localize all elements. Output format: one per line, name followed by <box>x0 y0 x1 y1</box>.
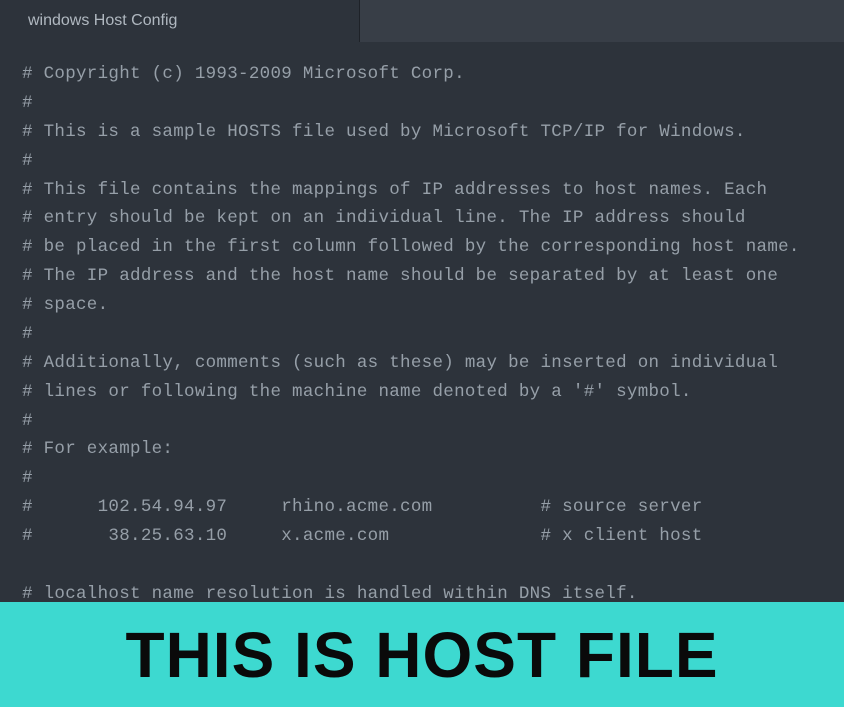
code-line: # 38.25.63.10 x.acme.com # x client host <box>22 526 703 546</box>
code-line: # <box>22 411 33 431</box>
code-line: # entry should be kept on an individual … <box>22 208 746 228</box>
editor-content[interactable]: # Copyright (c) 1993-2009 Microsoft Corp… <box>0 42 844 602</box>
code-line: # 102.54.94.97 rhino.acme.com # source s… <box>22 497 703 517</box>
code-line: # <box>22 93 33 113</box>
tab-hosts-config[interactable]: windows Host Config <box>0 0 360 42</box>
code-line: # <box>22 324 33 344</box>
code-line: # The IP address and the host name shoul… <box>22 266 778 286</box>
code-line: # For example: <box>22 439 173 459</box>
caption-banner: THIS IS HOST FILE <box>0 602 844 707</box>
code-line: # Additionally, comments (such as these)… <box>22 353 778 373</box>
tab-label: windows Host Config <box>28 12 177 30</box>
code-line: # <box>22 468 33 488</box>
caption-text: THIS IS HOST FILE <box>125 618 718 692</box>
code-line: # <box>22 151 33 171</box>
code-line: # be placed in the first column followed… <box>22 237 800 257</box>
code-line: # space. <box>22 295 108 315</box>
code-line: # Copyright (c) 1993-2009 Microsoft Corp… <box>22 64 465 84</box>
code-line: # This file contains the mappings of IP … <box>22 180 767 200</box>
tab-bar-empty <box>360 0 844 42</box>
code-line: # lines or following the machine name de… <box>22 382 692 402</box>
tab-bar: windows Host Config <box>0 0 844 42</box>
code-line: # This is a sample HOSTS file used by Mi… <box>22 122 746 142</box>
code-line: # localhost name resolution is handled w… <box>22 584 638 602</box>
